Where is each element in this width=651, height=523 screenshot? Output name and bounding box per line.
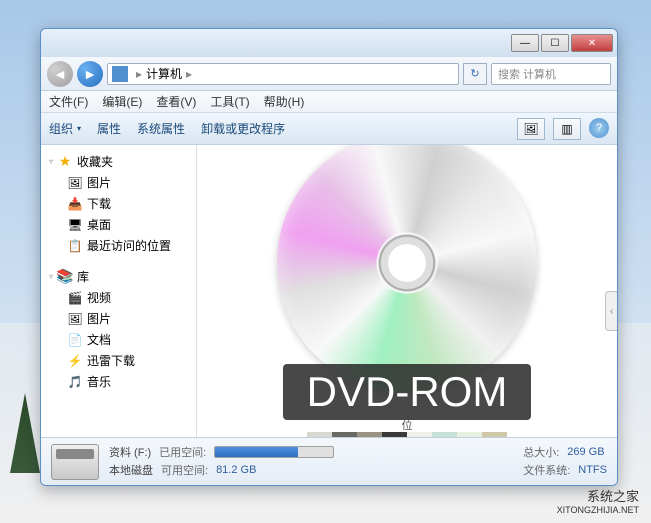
download-icon: 📥 xyxy=(67,196,83,212)
thunder-icon: ⚡ xyxy=(67,353,83,369)
sidebar-item-label: 桌面 xyxy=(87,216,111,233)
content-area: ▿ ★ 收藏夹 🖼 图片 📥 下载 🖥 桌面 📋 xyxy=(41,145,617,437)
pictures-icon: 🖼 xyxy=(67,175,83,191)
sidebar-favorites-header[interactable]: ▿ ★ 收藏夹 xyxy=(45,151,192,172)
panel-icon: ▥ xyxy=(561,122,572,136)
dvd-rom-item[interactable]: DVD-ROM 位 xyxy=(277,145,537,437)
sidebar-item-music[interactable]: 🎵 音乐 xyxy=(45,371,192,392)
picture-icon: 🖼 xyxy=(523,122,538,136)
sidebar-item-label: 视频 xyxy=(87,289,111,306)
library-icon: 📚 xyxy=(57,269,73,285)
sidebar-item-label: 文档 xyxy=(87,331,111,348)
system-properties-button[interactable]: 系统属性 xyxy=(137,120,185,137)
sidebar-item-recent[interactable]: 📋 最近访问的位置 xyxy=(45,235,192,256)
refresh-button[interactable]: ↻ xyxy=(463,63,487,85)
nav-bar: ◄ ► ▸ 计算机 ▸ ↻ 搜索 计算机 xyxy=(41,57,617,91)
watermark-title: 系统之家 xyxy=(587,489,639,504)
favorites-label: 收藏夹 xyxy=(77,153,113,170)
organize-button[interactable]: 组织 xyxy=(49,120,81,137)
sidebar-libraries-header[interactable]: ▿ 📚 库 xyxy=(45,266,192,287)
preview-handle[interactable]: ‹ xyxy=(605,291,617,331)
free-space-label: 可用空间: xyxy=(161,462,208,478)
computer-icon xyxy=(112,66,128,82)
maximize-button[interactable]: ☐ xyxy=(541,34,569,52)
toolbar: 组织 属性 系统属性 卸载或更改程序 🖼 ▥ ? xyxy=(41,113,617,145)
dvd-label: DVD-ROM xyxy=(283,364,532,420)
pictures-icon: 🖼 xyxy=(67,311,83,327)
sidebar-item-lib-pictures[interactable]: 🖼 图片 xyxy=(45,308,192,329)
disc-icon xyxy=(277,145,537,393)
search-placeholder: 搜索 计算机 xyxy=(498,66,556,82)
address-location: 计算机 xyxy=(146,65,182,82)
back-button[interactable]: ◄ xyxy=(47,61,73,87)
filesystem-value: NTFS xyxy=(578,464,607,476)
sidebar-item-label: 迅雷下载 xyxy=(87,352,135,369)
sidebar-item-label: 最近访问的位置 xyxy=(87,237,171,254)
menu-view[interactable]: 查看(V) xyxy=(156,93,196,110)
titlebar: — ☐ ✕ xyxy=(41,29,617,57)
used-space-label: 已用空间: xyxy=(159,444,206,460)
sidebar-item-thunder[interactable]: ⚡ 迅雷下载 xyxy=(45,350,192,371)
forward-button[interactable]: ► xyxy=(77,61,103,87)
close-button[interactable]: ✕ xyxy=(571,34,613,52)
libraries-label: 库 xyxy=(77,268,89,285)
preview-pane-button[interactable]: ▥ xyxy=(553,118,581,140)
uninstall-button[interactable]: 卸载或更改程序 xyxy=(201,120,285,137)
menu-file[interactable]: 文件(F) xyxy=(49,93,88,110)
help-button[interactable]: ? xyxy=(589,118,609,138)
star-icon: ★ xyxy=(57,154,73,170)
sidebar-item-downloads[interactable]: 📥 下载 xyxy=(45,193,192,214)
watermark-url: XITONGZHIJIA.NET xyxy=(557,505,639,515)
minimize-button[interactable]: — xyxy=(511,34,539,52)
breadcrumb-sep: ▸ xyxy=(186,67,192,81)
menu-tools[interactable]: 工具(T) xyxy=(210,93,249,110)
free-space-value: 81.2 GB xyxy=(216,464,256,476)
sidebar-item-pictures[interactable]: 🖼 图片 xyxy=(45,172,192,193)
sidebar-item-videos[interactable]: 🎬 视频 xyxy=(45,287,192,308)
explorer-window: — ☐ ✕ ◄ ► ▸ 计算机 ▸ ↻ 搜索 计算机 文件(F) 编辑(E) 查… xyxy=(40,28,618,486)
desktop-icon: 🖥 xyxy=(67,217,83,233)
address-bar[interactable]: ▸ 计算机 ▸ xyxy=(107,63,459,85)
status-bar: 资料 (F:) 已用空间: 本地磁盘 可用空间: 81.2 GB 总大小: 26… xyxy=(41,437,617,485)
document-icon: 📄 xyxy=(67,332,83,348)
recent-icon: 📋 xyxy=(67,238,83,254)
sidebar-item-label: 音乐 xyxy=(87,373,111,390)
drive-name: 资料 (F:) xyxy=(109,444,151,460)
sidebar-item-label: 下载 xyxy=(87,195,111,212)
sidebar-item-desktop[interactable]: 🖥 桌面 xyxy=(45,214,192,235)
breadcrumb-sep: ▸ xyxy=(136,67,142,81)
video-icon: 🎬 xyxy=(67,290,83,306)
drive-type: 本地磁盘 xyxy=(109,462,153,478)
search-input[interactable]: 搜索 计算机 xyxy=(491,63,611,85)
sidebar: ▿ ★ 收藏夹 🖼 图片 📥 下载 🖥 桌面 📋 xyxy=(41,145,197,437)
total-size-value: 269 GB xyxy=(567,446,604,458)
total-size-label: 总大小: xyxy=(523,444,559,460)
menu-edit[interactable]: 编辑(E) xyxy=(102,93,142,110)
expand-icon: ▿ xyxy=(49,157,53,166)
sidebar-item-documents[interactable]: 📄 文档 xyxy=(45,329,192,350)
view-mode-button[interactable]: 🖼 xyxy=(517,118,545,140)
sidebar-item-label: 图片 xyxy=(87,310,111,327)
music-icon: 🎵 xyxy=(67,374,83,390)
properties-button[interactable]: 属性 xyxy=(97,120,121,137)
space-progress xyxy=(214,446,334,458)
watermark: 系统之家 XITONGZHIJIA.NET xyxy=(557,486,639,515)
sidebar-item-label: 图片 xyxy=(87,174,111,191)
drive-icon xyxy=(51,444,99,480)
filesystem-label: 文件系统: xyxy=(523,462,570,478)
expand-icon: ▿ xyxy=(49,272,53,281)
menu-bar: 文件(F) 编辑(E) 查看(V) 工具(T) 帮助(H) xyxy=(41,91,617,113)
strip-label: 位 xyxy=(402,417,413,433)
main-view: DVD-ROM 位 ‹ xyxy=(197,145,617,437)
menu-help[interactable]: 帮助(H) xyxy=(264,93,305,110)
